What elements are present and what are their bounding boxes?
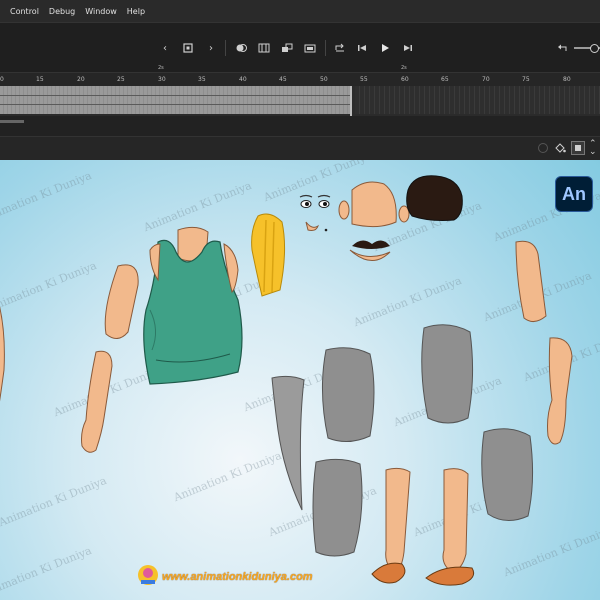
forearm-hand — [547, 337, 573, 445]
partial-arm — [0, 306, 5, 402]
timeline-scroll-area — [0, 116, 600, 136]
collapse-chevrons-icon[interactable]: ⌃ ⌄ — [589, 140, 597, 157]
eyebrow — [299, 194, 331, 198]
hair — [406, 175, 463, 221]
playhead[interactable] — [350, 86, 352, 116]
ruler-tick: 15 — [36, 76, 44, 83]
play-icon[interactable] — [378, 41, 392, 55]
forearm-hand — [81, 350, 113, 453]
prev-chevron-icon[interactable]: ‹ — [158, 41, 172, 55]
center-frame-icon[interactable] — [181, 41, 195, 55]
animate-app-logo: An — [555, 176, 593, 212]
ruler-tick: 80 — [563, 76, 571, 83]
ear — [338, 200, 350, 220]
ruler-tick: 40 — [239, 76, 247, 83]
paint-bucket-icon[interactable] — [554, 142, 566, 157]
upper-arm — [104, 264, 139, 339]
dhoti-drape — [271, 375, 305, 511]
leg — [442, 468, 469, 573]
sandal — [425, 566, 475, 586]
towel — [251, 213, 286, 297]
menu-debug[interactable]: Debug — [44, 7, 80, 16]
ruler-tick: 45 — [279, 76, 287, 83]
ruler-tick: 50 — [320, 76, 328, 83]
site-logo-icon — [138, 565, 158, 585]
second-marker: 2s — [158, 65, 164, 71]
menu-control[interactable]: Control — [0, 7, 44, 16]
onion-skin-icon[interactable] — [234, 41, 248, 55]
ruler-tick: 0 — [0, 76, 4, 83]
character-parts — [0, 175, 573, 586]
menu-bar: Control Debug Window Help — [0, 0, 600, 22]
mouth — [349, 249, 391, 261]
nose — [305, 221, 319, 231]
ruler-tick: 75 — [522, 76, 530, 83]
empty-frames[interactable] — [355, 86, 600, 114]
edit-multiple-frames-icon[interactable] — [257, 41, 271, 55]
slider-thumb[interactable] — [590, 44, 599, 53]
horizontal-scrollbar[interactable] — [0, 120, 24, 123]
dhoti-cloth — [481, 428, 534, 521]
ruler-tick: 70 — [482, 76, 490, 83]
dhoti-cloth — [321, 347, 375, 442]
timeline-tracks[interactable] — [0, 86, 600, 116]
ruler-tick: 20 — [77, 76, 85, 83]
toolbar-divider — [225, 40, 226, 56]
ruler-tick: 55 — [360, 76, 368, 83]
leg — [385, 467, 411, 573]
nostril-dot — [324, 228, 328, 232]
ruler-tick: 25 — [117, 76, 125, 83]
menu-help[interactable]: Help — [122, 7, 150, 16]
undo-arrow-icon[interactable] — [556, 41, 570, 55]
dhoti-cloth — [421, 324, 474, 424]
stage-canvas[interactable]: Animation Ki Duniya Animation Ki Duniya … — [0, 160, 600, 600]
ruler-tick: 60 — [401, 76, 409, 83]
toolbar-divider — [325, 40, 326, 56]
step-back-icon[interactable] — [355, 41, 369, 55]
camera-icon[interactable] — [303, 41, 317, 55]
ruler-tick: 65 — [441, 76, 449, 83]
shoulder — [149, 243, 161, 282]
step-forward-icon[interactable] — [401, 41, 415, 55]
layer-divider — [0, 95, 350, 96]
ruler-tick: 30 — [158, 76, 166, 83]
pupil — [323, 202, 327, 206]
second-marker: 2s — [401, 65, 407, 71]
layer-divider — [0, 104, 350, 105]
menu-window[interactable]: Window — [80, 7, 122, 16]
timeline-toolbar: ‹ › — [0, 22, 600, 73]
sandal — [371, 562, 406, 584]
dhoti-cloth — [312, 458, 363, 557]
clip-content-icon[interactable] — [571, 141, 585, 155]
ruler-tick: 35 — [198, 76, 206, 83]
loop-icon[interactable] — [333, 41, 347, 55]
upper-arm — [515, 240, 547, 322]
layer-parenting-icon[interactable] — [280, 41, 294, 55]
pupil — [305, 202, 309, 206]
site-url[interactable]: www.animationkiduniya.com — [162, 571, 313, 583]
stage-toolbar: ⌃ ⌄ — [0, 136, 600, 161]
disabled-option-icon — [538, 143, 548, 153]
layer-frames[interactable] — [0, 86, 350, 114]
head — [351, 181, 397, 228]
mustache — [352, 240, 390, 249]
next-chevron-icon[interactable]: › — [204, 41, 218, 55]
